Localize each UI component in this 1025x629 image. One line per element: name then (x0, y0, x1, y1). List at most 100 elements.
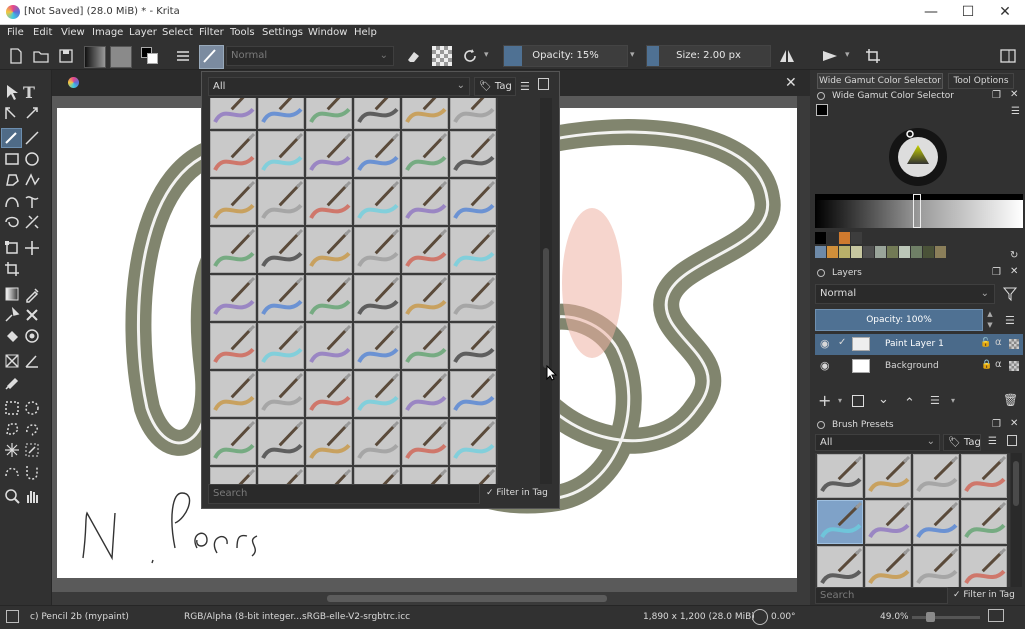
close-docker-icon[interactable]: ✕ (1010, 266, 1018, 277)
minimize-button[interactable]: — (913, 2, 949, 22)
visibility-eye-icon[interactable]: ◉ (820, 337, 830, 350)
text-tool-icon[interactable]: T (23, 83, 41, 102)
select-shapes-icon[interactable] (3, 83, 21, 101)
presets-detach-icon[interactable] (1007, 435, 1017, 446)
close-document-button[interactable]: ✕ (785, 75, 797, 91)
color-slider-bars[interactable] (815, 194, 1023, 228)
toggle-docker-icon[interactable] (998, 46, 1018, 66)
reload-preset-icon[interactable] (460, 46, 480, 66)
multibrush-icon[interactable] (23, 213, 41, 231)
color-picker-icon[interactable] (23, 285, 41, 303)
duplicate-layer-icon[interactable] (852, 395, 864, 407)
colorize-mask-icon[interactable] (3, 306, 21, 324)
palette-swatch[interactable] (887, 246, 898, 258)
brush-preset-thumbnail[interactable] (306, 419, 352, 465)
popup-tag-filter-select[interactable]: All ⌄ (208, 77, 470, 96)
eraser-icon[interactable] (403, 46, 423, 66)
brush-preset-thumbnail[interactable] (258, 371, 304, 417)
layer-lock-icon[interactable]: 🔓 (980, 338, 991, 348)
status-zoom[interactable]: 49.0% (880, 612, 909, 622)
palette-swatch[interactable] (875, 246, 886, 258)
brush-preset-thumbnail[interactable] (450, 371, 496, 417)
blend-mode-select[interactable]: Normal ⌄ (226, 46, 394, 66)
wrap-around-icon[interactable] (863, 46, 883, 66)
brush-preset-thumbnail[interactable] (354, 98, 400, 129)
close-docker-icon[interactable]: ✕ (1010, 89, 1018, 100)
layer-lock-icon[interactable]: 🔒 (981, 360, 992, 370)
brush-preset-thumbnail[interactable] (450, 179, 496, 225)
brush-preset-thumbnail[interactable] (450, 131, 496, 177)
brush-preset-thumbnail[interactable] (306, 227, 352, 273)
pan-tool-icon[interactable] (23, 487, 41, 505)
brush-preset-thumbnail[interactable] (210, 131, 256, 177)
palette-swatch[interactable] (827, 232, 838, 244)
edit-brush-settings-icon[interactable] (173, 46, 193, 66)
brush-preset-thumbnail[interactable] (450, 227, 496, 273)
brush-preset-thumbnail[interactable] (402, 275, 448, 321)
presets-search-input[interactable]: Search (815, 587, 948, 604)
brush-preset-thumbnail[interactable] (913, 500, 959, 544)
zoom-tool-icon[interactable] (3, 487, 21, 505)
mirror-horizontal-icon[interactable] (777, 46, 797, 66)
brush-preset-thumbnail[interactable] (402, 179, 448, 225)
polyline-tool-icon[interactable] (23, 171, 41, 189)
brush-preset-thumbnail[interactable] (817, 546, 863, 587)
palette-swatch[interactable] (851, 246, 862, 258)
dynamic-brush-icon[interactable] (3, 213, 21, 231)
rect-select-icon[interactable] (3, 399, 21, 417)
palette-swatch[interactable] (851, 232, 862, 244)
contiguous-select-icon[interactable] (3, 441, 21, 459)
brush-preset-thumbnail[interactable] (306, 323, 352, 369)
palette-swatch[interactable] (827, 246, 838, 258)
palette-swatch[interactable] (923, 246, 934, 258)
brush-preset-thumbnail[interactable] (354, 227, 400, 273)
polygon-select-icon[interactable] (3, 420, 21, 438)
tab-wide-gamut-color-selector[interactable]: Wide Gamut Color Selector (817, 73, 943, 89)
brush-presets-icon[interactable] (199, 45, 224, 69)
lock-icon[interactable] (817, 269, 825, 277)
layer-properties-dropdown-icon[interactable]: ▾ (951, 396, 955, 405)
magnetic-select-icon[interactable] (23, 462, 41, 480)
current-color-swatch[interactable] (816, 104, 828, 116)
canvas-only-icon[interactable] (988, 609, 1004, 622)
menu-edit[interactable]: Edit (33, 27, 52, 38)
bezier-tool-icon[interactable] (3, 192, 21, 210)
brush-preset-thumbnail[interactable] (354, 179, 400, 225)
fg-bg-color-icon[interactable] (139, 46, 159, 66)
layer-row[interactable]: ◉ ✓ Paint Layer 1 🔓 α (815, 334, 1023, 355)
opacity-dropdown-icon[interactable]: ▾ (630, 50, 640, 70)
polygon-tool-icon[interactable] (3, 171, 21, 189)
visibility-eye-icon[interactable]: ◉ (820, 359, 830, 372)
brush-preset-thumbnail[interactable] (258, 227, 304, 273)
brush-preset-thumbnail[interactable] (913, 454, 959, 498)
brush-preset-thumbnail[interactable] (306, 275, 352, 321)
float-docker-icon[interactable]: ❐ (992, 267, 1001, 278)
brush-preset-thumbnail[interactable] (402, 371, 448, 417)
menu-filter[interactable]: Filter (199, 27, 224, 38)
similar-select-icon[interactable] (23, 441, 41, 459)
canvas-vertical-scrollbar[interactable] (797, 96, 810, 592)
move-tool-icon[interactable] (23, 239, 41, 257)
rotation-icon[interactable] (752, 609, 768, 625)
line-tool-icon[interactable] (23, 129, 41, 147)
brush-preset-thumbnail[interactable] (354, 467, 400, 484)
layer-properties-icon[interactable]: ☰ (930, 394, 940, 407)
presets-scrollbar[interactable] (1011, 453, 1022, 587)
brush-preset-thumbnail[interactable] (961, 454, 1007, 498)
float-docker-icon[interactable]: ❐ (992, 419, 1001, 430)
brush-preset-thumbnail[interactable] (210, 179, 256, 225)
brush-preset-thumbnail[interactable] (258, 419, 304, 465)
freehand-brush-icon[interactable] (1, 128, 22, 148)
brush-preset-thumbnail[interactable] (865, 546, 911, 587)
reference-images-icon[interactable] (3, 373, 21, 391)
alpha-lock-icon[interactable]: α (995, 359, 1002, 370)
gradient-preset-icon[interactable] (84, 46, 106, 68)
palette-swatch[interactable] (839, 246, 850, 258)
brush-preset-thumbnail[interactable] (258, 467, 304, 484)
layer-opacity-slider[interactable]: Opacity: 100% (815, 309, 983, 331)
brush-preset-thumbnail[interactable] (961, 546, 1007, 587)
assistant-tool-icon[interactable] (3, 352, 21, 370)
add-layer-icon[interactable]: + (818, 391, 831, 410)
presets-tag-button[interactable]: 🏷 Tag (943, 434, 981, 451)
brush-preset-thumbnail[interactable] (354, 131, 400, 177)
